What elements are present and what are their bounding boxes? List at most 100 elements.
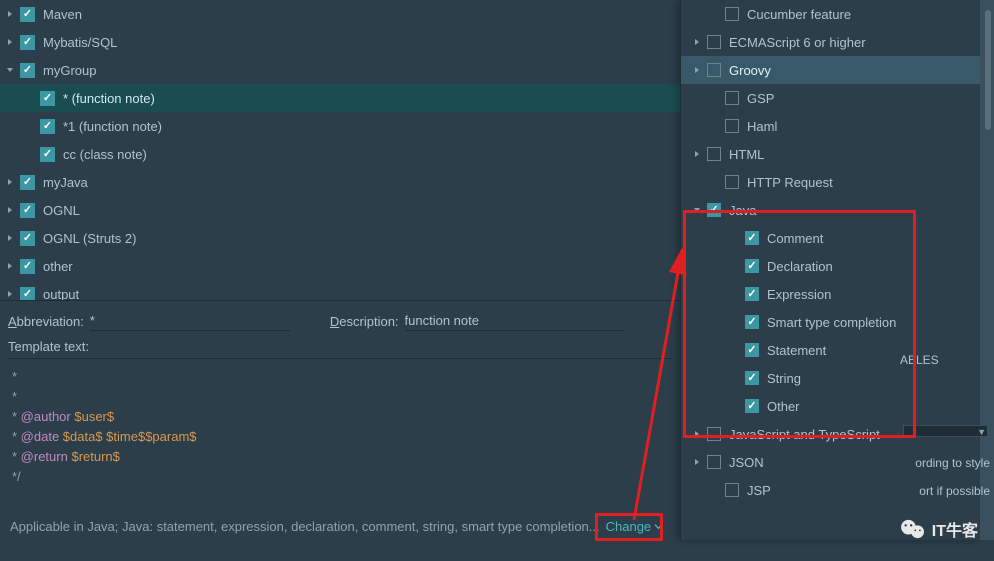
chevron-right-icon[interactable] — [4, 8, 16, 20]
context-item-label: Declaration — [767, 259, 833, 274]
checkbox[interactable] — [745, 343, 759, 357]
checkbox[interactable] — [40, 119, 55, 134]
checkbox[interactable] — [20, 287, 35, 301]
context-item[interactable]: Declaration — [681, 252, 980, 280]
chevron-right-icon[interactable] — [691, 456, 703, 468]
chevron-down-icon[interactable] — [4, 64, 16, 76]
context-item[interactable]: Groovy — [681, 56, 980, 84]
context-item-label: Statement — [767, 343, 826, 358]
context-item[interactable]: Haml — [681, 112, 980, 140]
checkbox[interactable] — [707, 203, 721, 217]
tree-item-label: cc (class note) — [63, 147, 147, 162]
checkbox[interactable] — [20, 203, 35, 218]
tree-item-label: Mybatis/SQL — [43, 35, 117, 50]
tree-item-label: other — [43, 259, 73, 274]
context-item-label: Groovy — [729, 63, 771, 78]
context-item[interactable]: HTTP Request — [681, 168, 980, 196]
tree-item[interactable]: *1 (function note) — [0, 112, 680, 140]
context-item-label: Java — [729, 203, 756, 218]
change-link[interactable]: Change — [606, 519, 664, 534]
checkbox[interactable] — [20, 259, 35, 274]
checkbox[interactable] — [707, 63, 721, 77]
tree-item[interactable]: * (function note) — [0, 84, 680, 112]
context-item[interactable]: Comment — [681, 224, 980, 252]
applicable-bar: Applicable in Java; Java: statement, exp… — [0, 505, 680, 544]
context-item[interactable]: Cucumber feature — [681, 0, 980, 28]
chevron-right-icon[interactable] — [691, 428, 703, 440]
scrollbar-thumb[interactable] — [985, 10, 991, 130]
checkbox[interactable] — [745, 231, 759, 245]
tree-item[interactable]: Maven — [0, 0, 680, 28]
checkbox[interactable] — [20, 175, 35, 190]
checkbox[interactable] — [707, 455, 721, 469]
context-item[interactable]: Java — [681, 196, 980, 224]
tree-item-label: myJava — [43, 175, 88, 190]
checkbox[interactable] — [40, 91, 55, 106]
checkbox[interactable] — [725, 91, 739, 105]
chevron-right-icon[interactable] — [4, 204, 16, 216]
checkbox[interactable] — [20, 231, 35, 246]
checkbox[interactable] — [707, 147, 721, 161]
checkbox[interactable] — [725, 175, 739, 189]
checkbox[interactable] — [40, 147, 55, 162]
checkbox[interactable] — [725, 483, 739, 497]
tree-item[interactable]: Mybatis/SQL — [0, 28, 680, 56]
wechat-icon — [900, 518, 926, 540]
context-item-label: JSON — [729, 455, 764, 470]
chevron-right-icon[interactable] — [4, 36, 16, 48]
template-text-label: Template text: — [8, 339, 672, 354]
checkbox[interactable] — [725, 7, 739, 21]
chevron-right-icon[interactable] — [4, 232, 16, 244]
tree-item[interactable]: OGNL — [0, 196, 680, 224]
tree-item-label: myGroup — [43, 63, 96, 78]
checkbox[interactable] — [725, 119, 739, 133]
tree-item-label: Maven — [43, 7, 82, 22]
context-item-label: Expression — [767, 287, 831, 302]
checkbox[interactable] — [20, 35, 35, 50]
context-item[interactable]: HTML — [681, 140, 980, 168]
context-item[interactable]: GSP — [681, 84, 980, 112]
checkbox[interactable] — [745, 371, 759, 385]
checkbox[interactable] — [745, 287, 759, 301]
context-item-label: JSP — [747, 483, 771, 498]
checkbox[interactable] — [707, 427, 721, 441]
tree-item-label: *1 (function note) — [63, 119, 162, 134]
chevron-right-icon[interactable] — [691, 148, 703, 160]
context-item[interactable]: ECMAScript 6 or higher — [681, 28, 980, 56]
chevron-right-icon[interactable] — [691, 36, 703, 48]
side-text-2: ort if possible — [919, 484, 990, 498]
chevron-right-icon[interactable] — [4, 288, 16, 300]
chevron-right-icon[interactable] — [4, 176, 16, 188]
checkbox[interactable] — [745, 259, 759, 273]
description-label: Description: — [330, 314, 399, 329]
context-item-label: Other — [767, 399, 800, 414]
chevron-down-icon[interactable] — [691, 204, 703, 216]
checkbox[interactable] — [707, 35, 721, 49]
watermark: IT牛客 — [900, 517, 978, 541]
context-item[interactable]: Expression — [681, 280, 980, 308]
chevron-right-icon[interactable] — [691, 64, 703, 76]
description-input[interactable] — [405, 311, 625, 331]
checkbox[interactable] — [20, 63, 35, 78]
tree-item[interactable]: output — [0, 280, 680, 300]
abbreviation-label: Abbreviation: — [8, 314, 84, 329]
tree-item[interactable]: cc (class note) — [0, 140, 680, 168]
tree-item[interactable]: myJava — [0, 168, 680, 196]
context-item-label: JavaScript and TypeScript — [729, 427, 880, 442]
checkbox[interactable] — [745, 399, 759, 413]
tree-item[interactable]: myGroup — [0, 56, 680, 84]
context-item-label: HTML — [729, 147, 764, 162]
context-item[interactable]: Other — [681, 392, 980, 420]
checkbox[interactable] — [745, 315, 759, 329]
template-form: Abbreviation: Description: Template text… — [0, 301, 680, 505]
tree-item[interactable]: OGNL (Struts 2) — [0, 224, 680, 252]
chevron-right-icon[interactable] — [4, 260, 16, 272]
side-panel-fragment: ABLES — [894, 350, 994, 370]
checkbox[interactable] — [20, 7, 35, 22]
context-item-label: ECMAScript 6 or higher — [729, 35, 866, 50]
context-item[interactable]: Smart type completion — [681, 308, 980, 336]
settings-main-panel: Maven Mybatis/SQL myGroup * (function note)… — [0, 0, 680, 561]
abbreviation-input[interactable] — [90, 311, 290, 331]
tree-item[interactable]: other — [0, 252, 680, 280]
template-text-editor[interactable]: * * * @author $user$ * @date $data$ $tim… — [8, 358, 672, 495]
